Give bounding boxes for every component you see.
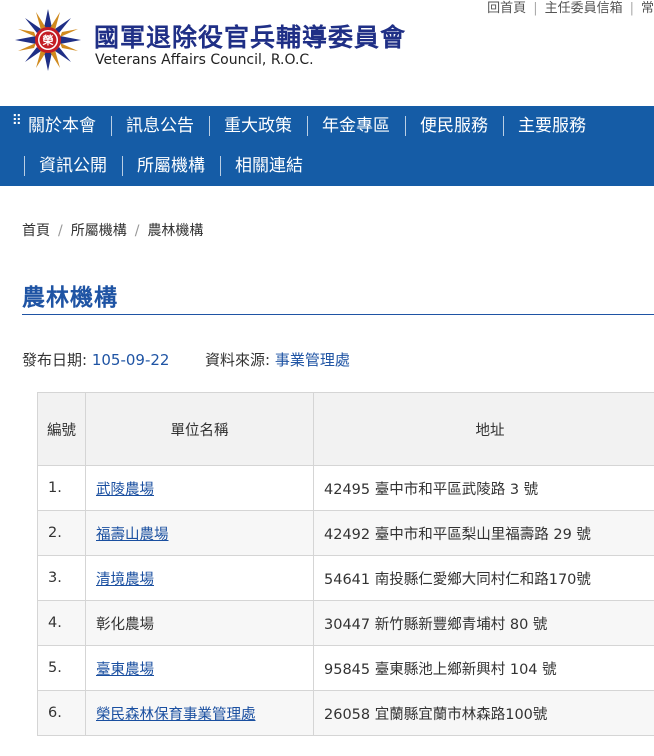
source-label: 資料來源: [205, 351, 271, 369]
row-number: 2. [37, 510, 86, 556]
breadcrumb-separator: / [58, 223, 63, 239]
publish-date-label: 發布日期: [22, 351, 88, 369]
unit-link[interactable]: 榮民森林保育事業管理處 [96, 707, 256, 723]
row-number: 5. [37, 645, 86, 691]
row-address: 54641 南投縣仁愛鄉大同村仁和路170號 [313, 555, 654, 601]
row-number: 4. [37, 600, 86, 646]
row-address: 42492 臺中市和平區梨山里福壽路 29 號 [313, 510, 654, 556]
nav-pension-zone[interactable]: 年金專區 [307, 116, 405, 136]
table-row: 2. 福壽山農場 42492 臺中市和平區梨山里福壽路 29 號 [37, 510, 654, 556]
source-value: 事業管理處 [274, 351, 350, 369]
row-address: 42495 臺中市和平區武陵路 3 號 [313, 465, 654, 511]
unit-link[interactable]: 福壽山農場 [96, 527, 169, 543]
nav-row-1: ⠿ 關於本會 訊息公告 重大政策 年金專區 便民服務 主要服務 [0, 106, 601, 146]
nav-dots-icon: ⠿ [11, 113, 22, 129]
table-row: 1. 武陵農場 42495 臺中市和平區武陵路 3 號 [37, 465, 654, 511]
header-number: 編號 [37, 392, 86, 466]
site-header: 榮 國軍退除役官兵輔導委員會 Veterans Affairs Council,… [14, 8, 634, 72]
table-row: 3. 清境農場 54641 南投縣仁愛鄉大同村仁和路170號 [37, 555, 654, 601]
unit-link[interactable]: 武陵農場 [96, 482, 154, 498]
nav-affiliated-agencies[interactable]: 所屬機構 [122, 156, 220, 176]
nav-major-policies[interactable]: 重大政策 [209, 116, 307, 136]
nav-related-links[interactable]: 相關連結 [220, 156, 318, 176]
header-unit-name: 單位名稱 [85, 392, 314, 466]
breadcrumb-affiliated-agencies[interactable]: 所屬機構 [71, 223, 127, 239]
row-unit-name: 彰化農場 [85, 600, 314, 646]
row-unit-name: 臺東農場 [85, 645, 314, 691]
table-row: 5. 臺東農場 95845 臺東縣池上鄉新興村 104 號 [37, 645, 654, 691]
unit-link[interactable]: 臺東農場 [96, 662, 154, 678]
council-name-english: Veterans Affairs Council, R.O.C. [95, 52, 314, 68]
row-number: 1. [37, 465, 86, 511]
nav-public-services[interactable]: 便民服務 [405, 116, 503, 136]
row-unit-name: 清境農場 [85, 555, 314, 601]
breadcrumb-home[interactable]: 首頁 [22, 223, 50, 239]
nav-row-2: 資訊公開 所屬機構 相關連結 [0, 146, 318, 186]
council-emblem-icon[interactable]: 榮 [14, 8, 82, 72]
row-address: 30447 新竹縣新豐鄉青埔村 80 號 [313, 600, 654, 646]
page-title: 農林機構 [22, 285, 118, 311]
breadcrumb-separator: / [134, 223, 140, 239]
table-row: 6. 榮民森林保育事業管理處 26058 宜蘭縣宜蘭市林森路100號 [37, 690, 654, 736]
row-unit-name: 福壽山農場 [85, 510, 314, 556]
emblem-character: 榮 [43, 33, 54, 47]
row-number: 3. [37, 555, 86, 601]
nav-information-disclosure[interactable]: 資訊公開 [24, 156, 122, 176]
council-name-chinese[interactable]: 國軍退除役官兵輔導委員會 [94, 18, 406, 54]
title-divider [22, 314, 654, 315]
table-header-row: 編號 單位名稱 地址 [37, 392, 654, 466]
truncated-top-link[interactable]: 常 [634, 1, 654, 16]
row-address: 26058 宜蘭縣宜蘭市林森路100號 [313, 690, 654, 736]
nav-about[interactable]: 關於本會 [28, 116, 111, 136]
publish-date-value: 105-09-22 [91, 351, 170, 369]
header-address: 地址 [313, 392, 654, 466]
nav-main-services[interactable]: 主要服務 [503, 116, 601, 136]
table-row: 4. 彰化農場 30447 新竹縣新豐鄉青埔村 80 號 [37, 600, 654, 646]
row-unit-name: 武陵農場 [85, 465, 314, 511]
row-number: 6. [37, 690, 86, 736]
nav-announcements[interactable]: 訊息公告 [111, 116, 209, 136]
breadcrumb-current: 農林機構 [147, 223, 204, 239]
row-unit-name: 榮民森林保育事業管理處 [85, 690, 314, 736]
breadcrumb: 首頁 / 所屬機構 / 農林機構 [22, 220, 203, 240]
row-address: 95845 臺東縣池上鄉新興村 104 號 [313, 645, 654, 691]
agency-table: 編號 單位名稱 地址 1. 武陵農場 42495 臺中市和平區武陵路 3 號 2… [37, 392, 654, 736]
unit-link[interactable]: 清境農場 [96, 572, 154, 588]
main-navigation: ⠿ 關於本會 訊息公告 重大政策 年金專區 便民服務 主要服務 資訊公開 所屬機… [0, 106, 654, 186]
page-meta: 發布日期: 105-09-22 資料來源: 事業管理處 [22, 349, 350, 370]
